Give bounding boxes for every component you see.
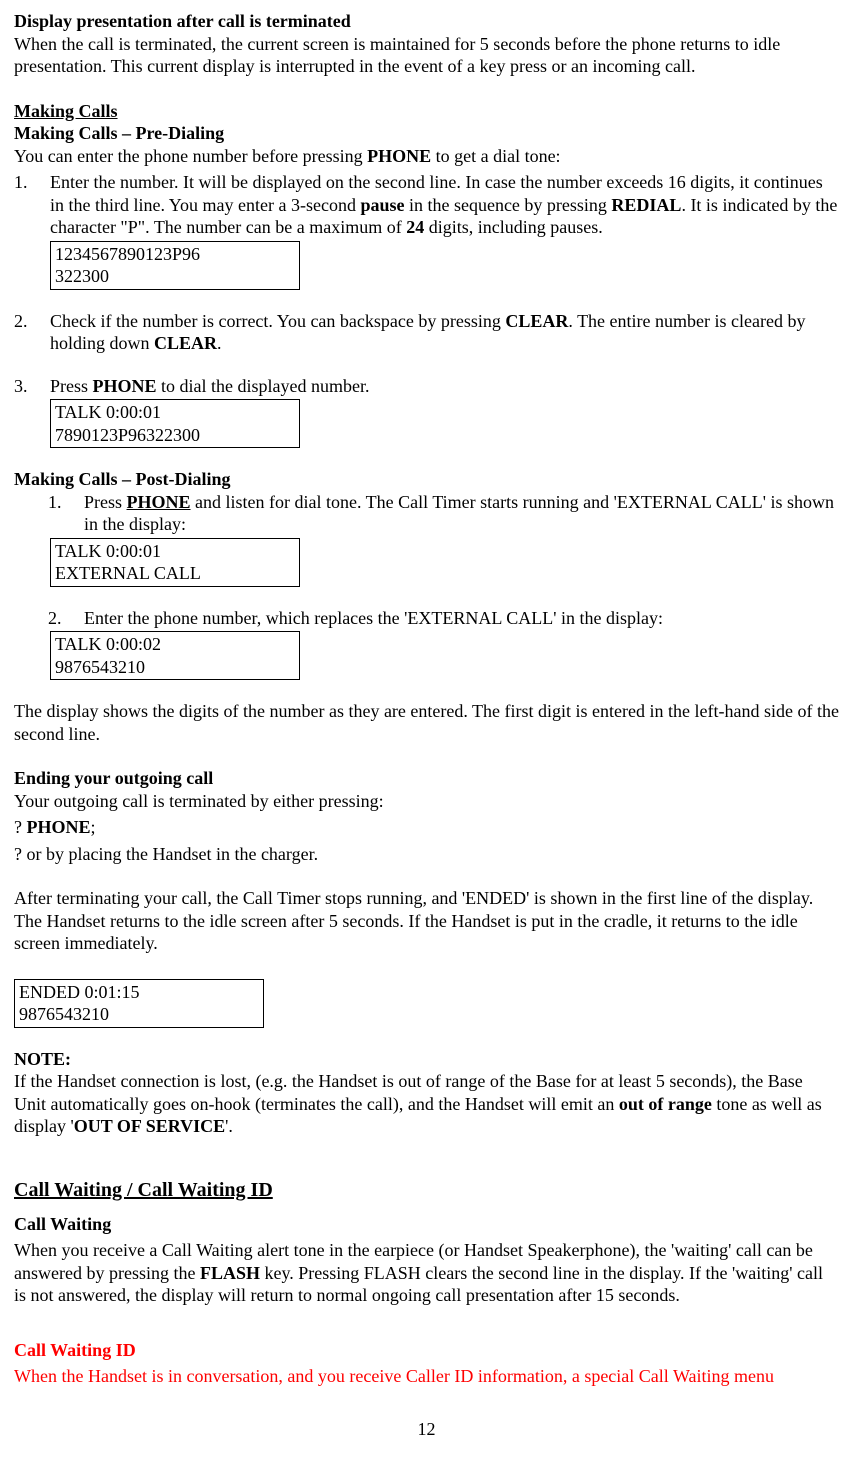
lcd-display: TALK 0:00:01 7890123P96322300 [50, 399, 300, 448]
display-line: TALK 0:00:02 [55, 633, 295, 656]
paragraph: After terminating your call, the Call Ti… [14, 887, 839, 955]
text: digits, including pauses. [424, 217, 603, 237]
text: You can enter the phone number before pr… [14, 146, 367, 166]
key-flash: FLASH [200, 1263, 260, 1283]
lcd-display: TALK 0:00:02 9876543210 [50, 631, 300, 680]
display-line: 322300 [55, 265, 295, 288]
post-dialing-steps: Press PHONE and listen for dial tone. Th… [14, 491, 839, 536]
heading-making-calls: Making Calls [14, 100, 839, 123]
key-phone: PHONE [93, 376, 157, 396]
pre-dialing-steps: Check if the number is correct. You can … [14, 310, 839, 355]
list-item: Press PHONE and listen for dial tone. Th… [48, 491, 839, 536]
key-phone: PHONE [367, 146, 431, 166]
bullet-glyph: ? [14, 844, 22, 864]
text: Check if the number is correct. You can … [50, 311, 505, 331]
heading-note: NOTE: [14, 1048, 839, 1071]
display-line: 7890123P96322300 [55, 424, 295, 447]
text: in the sequence by pressing [404, 195, 611, 215]
display-line: 9876543210 [55, 656, 295, 679]
paragraph: When the call is terminated, the current… [14, 33, 839, 78]
key-clear: CLEAR [505, 311, 568, 331]
display-line: 1234567890123P96 [55, 243, 295, 266]
lcd-display: TALK 0:00:01 EXTERNAL CALL [50, 538, 300, 587]
heading-call-waiting: Call Waiting [14, 1213, 839, 1236]
heading-pre-dialing: Making Calls – Pre-Dialing [14, 122, 839, 145]
list-item: Enter the phone number, which replaces t… [48, 607, 839, 630]
key-phone: PHONE [127, 492, 191, 512]
list-item: Check if the number is correct. You can … [14, 310, 839, 355]
text: Enter the phone number, which replaces t… [84, 608, 663, 628]
paragraph: You can enter the phone number before pr… [14, 145, 839, 168]
text: Press [84, 492, 127, 512]
page-number: 12 [14, 1418, 839, 1441]
lcd-display: ENDED 0:01:15 9876543210 [14, 979, 264, 1028]
pre-dialing-steps: Press PHONE to dial the displayed number… [14, 375, 839, 398]
text: to get a dial tone: [431, 146, 560, 166]
text: ; [91, 817, 96, 837]
pre-dialing-steps: Enter the number. It will be displayed o… [14, 171, 839, 239]
display-line: TALK 0:00:01 [55, 401, 295, 424]
text: '. [225, 1116, 233, 1136]
term-out-of-range: out of range [619, 1094, 712, 1114]
heading-call-waiting-section: Call Waiting / Call Waiting ID [14, 1178, 839, 1203]
display-line: 9876543210 [19, 1003, 259, 1026]
heading-post-dialing: Making Calls – Post-Dialing [14, 468, 839, 491]
key-clear: CLEAR [154, 333, 217, 353]
text: Press [50, 376, 93, 396]
display-line: TALK 0:00:01 [55, 540, 295, 563]
key-phone: PHONE [27, 817, 91, 837]
display-line: ENDED 0:01:15 [19, 981, 259, 1004]
term-24: 24 [406, 217, 424, 237]
heading-display-after-call: Display presentation after call is termi… [14, 10, 839, 33]
display-line: EXTERNAL CALL [55, 562, 295, 585]
list-item: Enter the number. It will be displayed o… [14, 171, 839, 239]
bullet-item: ? or by placing the Handset in the charg… [14, 843, 839, 866]
term-pause: pause [360, 195, 404, 215]
post-dialing-steps: Enter the phone number, which replaces t… [14, 607, 839, 630]
list-item: Press PHONE to dial the displayed number… [14, 375, 839, 398]
text: to dial the displayed number. [157, 376, 370, 396]
text: or by placing the Handset in the charger… [27, 844, 319, 864]
bullet-item: ? PHONE; [14, 816, 839, 839]
key-redial: REDIAL [611, 195, 681, 215]
paragraph: When the Handset is in conversation, and… [14, 1365, 839, 1388]
paragraph: If the Handset connection is lost, (e.g.… [14, 1070, 839, 1138]
term-out-of-service: OUT OF SERVICE [74, 1116, 225, 1136]
heading-ending-call: Ending your outgoing call [14, 767, 839, 790]
bullet-glyph: ? [14, 817, 22, 837]
paragraph: Your outgoing call is terminated by eith… [14, 790, 839, 813]
text: . [217, 333, 222, 353]
paragraph: When you receive a Call Waiting alert to… [14, 1239, 839, 1307]
heading-call-waiting-id: Call Waiting ID [14, 1339, 839, 1362]
paragraph: The display shows the digits of the numb… [14, 700, 839, 745]
text: and listen for dial tone. The Call Timer… [84, 492, 834, 535]
lcd-display: 1234567890123P96 322300 [50, 241, 300, 290]
